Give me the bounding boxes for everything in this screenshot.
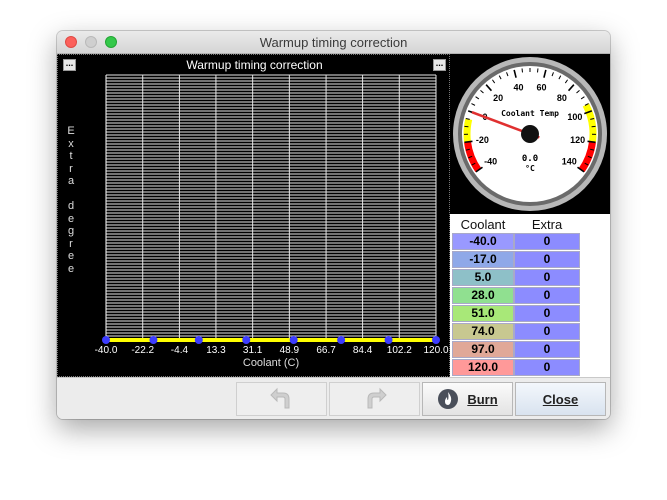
undo-icon bbox=[269, 387, 289, 409]
correction-table: Coolant Extra -40.0 0 -17.0 0 5.0 0 28.0 0 51.0 0… bbox=[450, 214, 610, 377]
gauge-warn-low bbox=[463, 118, 473, 143]
coolant-cell[interactable]: -40.0 bbox=[452, 233, 514, 250]
close-button[interactable]: Close bbox=[515, 382, 606, 416]
gauge-unit: °C bbox=[525, 164, 535, 173]
warmup-chart[interactable]: -40.0 -22.2 -4.4 13.3 31.1 48.9 66.7 84.4 102.2 1… bbox=[58, 55, 451, 378]
chart-options-button-left[interactable]: ... bbox=[63, 59, 76, 71]
redo-button[interactable] bbox=[329, 382, 420, 416]
burn-flame-icon bbox=[438, 389, 459, 409]
data-point[interactable] bbox=[432, 336, 440, 344]
data-point[interactable] bbox=[384, 336, 393, 344]
data-point[interactable] bbox=[289, 336, 298, 344]
extra-cell[interactable]: 0 bbox=[514, 305, 580, 322]
gauge-tick-label: 40 bbox=[513, 82, 523, 92]
extra-cell[interactable]: 0 bbox=[514, 341, 580, 358]
x-tick-label: -40.0 bbox=[95, 345, 118, 356]
title-bar: Warmup timing correction bbox=[57, 31, 610, 54]
gauge-tick-label: 100 bbox=[567, 112, 582, 122]
y-axis-label: E x t r a d e g r e e bbox=[67, 125, 75, 275]
gauge-tick-label: 80 bbox=[557, 93, 567, 103]
window-title: Warmup timing correction bbox=[259, 35, 408, 50]
column-header-coolant: Coolant bbox=[460, 217, 506, 232]
main-content: -40.0 -22.2 -4.4 13.3 31.1 48.9 66.7 84.4 102.2 1… bbox=[57, 54, 610, 419]
redo-icon bbox=[367, 387, 387, 409]
x-tick-label: 31.1 bbox=[243, 345, 263, 356]
x-tick-label: 66.7 bbox=[316, 345, 336, 356]
gauge-title: Coolant Temp bbox=[501, 109, 559, 118]
gauge-tick bbox=[464, 140, 473, 144]
gauge-tick-label: 140 bbox=[562, 157, 577, 167]
data-point[interactable] bbox=[102, 336, 110, 344]
burn-button[interactable]: Burn bbox=[422, 382, 513, 416]
column-header-extra: Extra bbox=[531, 217, 563, 232]
x-tick-label: -22.2 bbox=[131, 345, 154, 356]
extra-cell[interactable]: 0 bbox=[514, 269, 580, 286]
data-point[interactable] bbox=[149, 336, 158, 344]
coolant-cell[interactable]: -17.0 bbox=[452, 251, 514, 268]
button-bar: Burn Close bbox=[57, 377, 610, 419]
x-axis-label: Coolant (C) bbox=[243, 357, 299, 369]
gauge-tick-label: 120 bbox=[570, 135, 585, 145]
x-tick-label: -4.4 bbox=[171, 345, 189, 356]
coolant-temp-gauge: -40-20020406080100120140Coolant Temp0.0°… bbox=[453, 57, 607, 211]
data-point[interactable] bbox=[337, 336, 346, 344]
chart-options-button-right[interactable]: ... bbox=[433, 59, 446, 71]
chart-title: Warmup timing correction bbox=[186, 58, 323, 72]
coolant-cell[interactable]: 5.0 bbox=[452, 269, 514, 286]
coolant-cell[interactable]: 97.0 bbox=[452, 341, 514, 358]
gauge-tick-label: -40 bbox=[484, 157, 497, 167]
gauge-tick bbox=[587, 140, 596, 144]
gauge-value: 0.0 bbox=[522, 154, 538, 164]
extra-cell[interactable]: 0 bbox=[514, 323, 580, 340]
extra-cell[interactable]: 0 bbox=[514, 251, 580, 268]
data-point[interactable] bbox=[242, 336, 251, 344]
x-tick-label: 84.4 bbox=[353, 345, 373, 356]
coolant-cell[interactable]: 120.0 bbox=[452, 359, 514, 376]
gauge-tick-label: 60 bbox=[537, 82, 547, 92]
gauge-tick-label: 20 bbox=[493, 93, 503, 103]
close-button-label: Close bbox=[542, 391, 579, 407]
extra-cell[interactable]: 0 bbox=[514, 287, 580, 304]
coolant-gauge-panel: -40-20020406080100120140Coolant Temp0.0°… bbox=[450, 54, 610, 214]
chart-panel: -40.0 -22.2 -4.4 13.3 31.1 48.9 66.7 84.4 102.2 1… bbox=[57, 54, 450, 377]
x-tick-label: 102.2 bbox=[387, 345, 412, 356]
gauge-tick-label: -20 bbox=[476, 135, 489, 145]
undo-button[interactable] bbox=[236, 382, 327, 416]
coolant-cell[interactable]: 74.0 bbox=[452, 323, 514, 340]
burn-button-label: Burn bbox=[467, 391, 498, 407]
x-tick-label: 48.9 bbox=[280, 345, 300, 356]
coolant-cell[interactable]: 51.0 bbox=[452, 305, 514, 322]
coolant-cell[interactable]: 28.0 bbox=[452, 287, 514, 304]
extra-cell[interactable]: 0 bbox=[514, 233, 580, 250]
x-tick-label: 13.3 bbox=[206, 345, 226, 356]
x-tick-label: 120.0 bbox=[423, 345, 448, 356]
app-window: Warmup timing correction -40.0 -22.2 -4.4 1… bbox=[57, 31, 610, 419]
gauge-hub bbox=[521, 125, 539, 143]
extra-cell[interactable]: 0 bbox=[514, 359, 580, 376]
data-point[interactable] bbox=[194, 336, 203, 344]
